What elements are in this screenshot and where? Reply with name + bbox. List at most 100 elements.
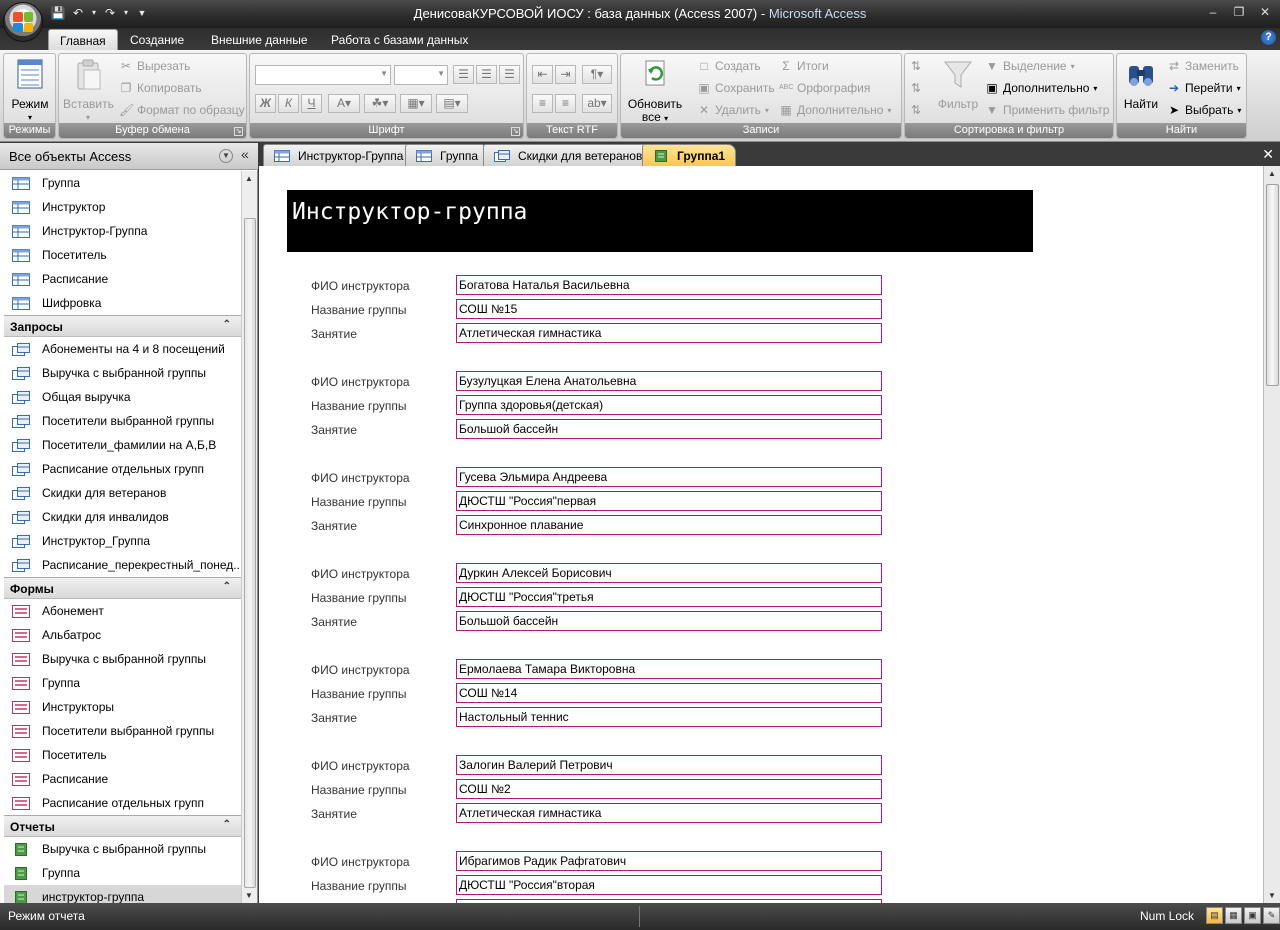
nav-item[interactable]: инструктор-группа xyxy=(4,885,241,903)
field-value[interactable]: ДЮСТШ "Россия"первая xyxy=(456,491,882,511)
nav-item[interactable]: Расписание xyxy=(4,767,241,791)
field-value[interactable]: Атлетическая гимнастика xyxy=(456,803,882,823)
field-value[interactable]: Большой бассейн xyxy=(456,611,882,631)
nav-item[interactable]: Инструкторы xyxy=(4,695,241,719)
field-value[interactable]: СОШ №15 xyxy=(456,299,882,319)
print-preview-icon[interactable]: ▦ xyxy=(1225,907,1242,924)
close-document-icon[interactable]: ✕ xyxy=(1262,146,1274,163)
dialog-launcher-icon[interactable]: ↘ xyxy=(511,127,520,136)
refresh-all-button[interactable]: Обновить все ▾ xyxy=(625,58,685,125)
align-left-button[interactable]: ☰ xyxy=(453,65,474,84)
paragraph-direction-button[interactable]: ¶▾ xyxy=(582,65,612,84)
nav-item[interactable]: Посетители_фамилии на А,Б,В xyxy=(4,433,241,457)
minimize-icon[interactable]: – xyxy=(1204,4,1222,20)
doc-tab-group[interactable]: Группа xyxy=(405,144,490,166)
clear-sort-button[interactable]: ⇅ xyxy=(909,103,923,117)
nav-section-queries[interactable]: Запросы ⌃ xyxy=(4,315,241,337)
field-value[interactable]: Атлетическая гимнастика xyxy=(456,323,882,343)
field-value[interactable]: ДЮСТШ "Россия"вторая xyxy=(456,875,882,895)
nav-item[interactable]: Шифровка xyxy=(4,291,241,315)
field-value[interactable]: СОШ №14 xyxy=(456,683,882,703)
field-value[interactable]: Большой бассейн xyxy=(456,419,882,439)
italic-button[interactable]: К xyxy=(278,94,299,113)
nav-item[interactable]: Альбатрос xyxy=(4,623,241,647)
font-name-combo[interactable]: ▼ xyxy=(255,65,391,85)
fill-color-button[interactable]: ☘▾ xyxy=(364,94,396,113)
font-size-combo[interactable]: ▼ xyxy=(394,65,448,85)
nav-item[interactable]: Посетитель xyxy=(4,243,241,267)
scroll-thumb[interactable] xyxy=(1266,184,1279,386)
field-value[interactable]: Залогин Валерий Петрович xyxy=(456,755,882,775)
goto-button[interactable]: ➔ Перейти ▾ xyxy=(1167,81,1241,95)
delete-record-button[interactable]: ✕ Удалить ▾ xyxy=(697,103,769,117)
sort-descending-button[interactable]: ⇅ xyxy=(909,81,923,95)
nav-pane-header[interactable]: Все объекты Access ▼ « xyxy=(0,143,258,170)
tab-database-tools[interactable]: Работа с базами данных xyxy=(320,29,479,50)
align-right-button[interactable]: ☰ xyxy=(499,65,520,84)
scroll-up-icon[interactable]: ▲ xyxy=(1268,169,1276,178)
new-record-button[interactable]: □ Создать xyxy=(697,59,760,73)
decrease-indent-button[interactable]: ⇤ xyxy=(532,65,553,84)
scroll-down-icon[interactable]: ▼ xyxy=(1268,891,1276,900)
gridlines-button[interactable]: ▦▾ xyxy=(400,94,432,113)
office-button[interactable] xyxy=(3,2,43,42)
field-value[interactable]: Ермолаева Тамара Викторовна xyxy=(456,659,882,679)
field-value[interactable]: Дуркин Алексей Борисович xyxy=(456,563,882,583)
nav-item[interactable]: Расписание_перекрестный_понед... xyxy=(4,553,241,577)
nav-item[interactable]: Скидки для инвалидов xyxy=(4,505,241,529)
select-button[interactable]: ➤ Выбрать ▾ xyxy=(1167,103,1241,117)
collapse-pane-icon[interactable]: « xyxy=(241,146,249,162)
scroll-up-icon[interactable]: ▲ xyxy=(245,174,253,183)
advanced-filter-button[interactable]: ▣ Дополнительно ▾ xyxy=(985,81,1097,95)
design-view-icon[interactable]: ✎ xyxy=(1263,907,1280,924)
report-view-icon[interactable]: ▤ xyxy=(1206,907,1223,924)
field-value[interactable]: Настольный теннис xyxy=(456,707,882,727)
doc-tab-instructor-group[interactable]: Инструктор-Группа xyxy=(263,144,415,166)
alternate-fill-button[interactable]: ▤▾ xyxy=(436,94,468,113)
highlight-button[interactable]: ab▾ xyxy=(582,94,612,113)
restore-icon[interactable]: ❐ xyxy=(1230,4,1248,20)
save-record-button[interactable]: ▣ Сохранить xyxy=(697,81,774,95)
scroll-down-icon[interactable]: ▼ xyxy=(245,891,253,900)
bold-button[interactable]: Ж xyxy=(255,94,276,113)
nav-scrollbar[interactable]: ▲ ▼ xyxy=(241,171,257,903)
nav-item[interactable]: Общая выручка xyxy=(4,385,241,409)
replace-button[interactable]: ⇄ Заменить xyxy=(1167,59,1239,73)
field-value[interactable]: Гусева Эльмира Андреева xyxy=(456,467,882,487)
field-value[interactable]: Богатова Наталья Васильевна xyxy=(456,275,882,295)
tab-external-data[interactable]: Внешние данные xyxy=(200,29,319,50)
nav-item[interactable]: Группа xyxy=(4,861,241,885)
align-center-button[interactable]: ☰ xyxy=(476,65,497,84)
field-value[interactable]: Ибрагимов Радик Рафгатович xyxy=(456,851,882,871)
underline-button[interactable]: Ч xyxy=(301,94,322,113)
field-value[interactable]: Бузулуцкая Елена Анатольевна xyxy=(456,371,882,391)
filter-button[interactable]: Фильтр xyxy=(935,58,981,111)
field-value[interactable]: ДЮСТШ "Россия"третья xyxy=(456,587,882,607)
tab-create[interactable]: Создание xyxy=(119,29,195,50)
nav-item[interactable]: Абонементы на 4 и 8 посещений xyxy=(4,337,241,361)
field-value[interactable]: Группа здоровья(детская) xyxy=(456,395,882,415)
nav-item[interactable]: Выручка с выбранной группы xyxy=(4,837,241,861)
totals-button[interactable]: Σ Итоги xyxy=(779,59,828,73)
font-color-button[interactable]: A▾ xyxy=(328,94,360,113)
nav-section-forms[interactable]: Формы ⌃ xyxy=(4,577,241,599)
report-scrollbar[interactable]: ▲ ▼ xyxy=(1263,166,1280,903)
find-button[interactable]: Найти xyxy=(1121,58,1161,111)
nav-item[interactable]: Инструктор xyxy=(4,195,241,219)
collapse-section-icon[interactable]: ⌃ xyxy=(223,819,231,830)
nav-item[interactable]: Инструктор-Группа xyxy=(4,219,241,243)
nav-item[interactable]: Абонемент xyxy=(4,599,241,623)
more-records-button[interactable]: ▦ Дополнительно ▾ xyxy=(779,103,891,117)
doc-tab-veteran-discounts[interactable]: Скидки для ветеранов xyxy=(483,144,654,166)
numbering-button[interactable]: ≡ xyxy=(532,94,553,113)
nav-item[interactable]: Посетители выбранной группы xyxy=(4,409,241,433)
nav-section-reports[interactable]: Отчеты ⌃ xyxy=(4,815,241,837)
tab-home[interactable]: Главная xyxy=(48,29,118,50)
scroll-thumb[interactable] xyxy=(244,218,256,888)
nav-item[interactable]: Расписание xyxy=(4,267,241,291)
nav-item[interactable]: Инструктор_Группа xyxy=(4,529,241,553)
spelling-button[interactable]: ABC Орфография xyxy=(779,81,870,95)
paste-button[interactable]: Вставить ▾ xyxy=(63,58,114,124)
nav-item[interactable]: Группа xyxy=(4,171,241,195)
view-button[interactable]: Режим ▾ xyxy=(9,58,51,124)
